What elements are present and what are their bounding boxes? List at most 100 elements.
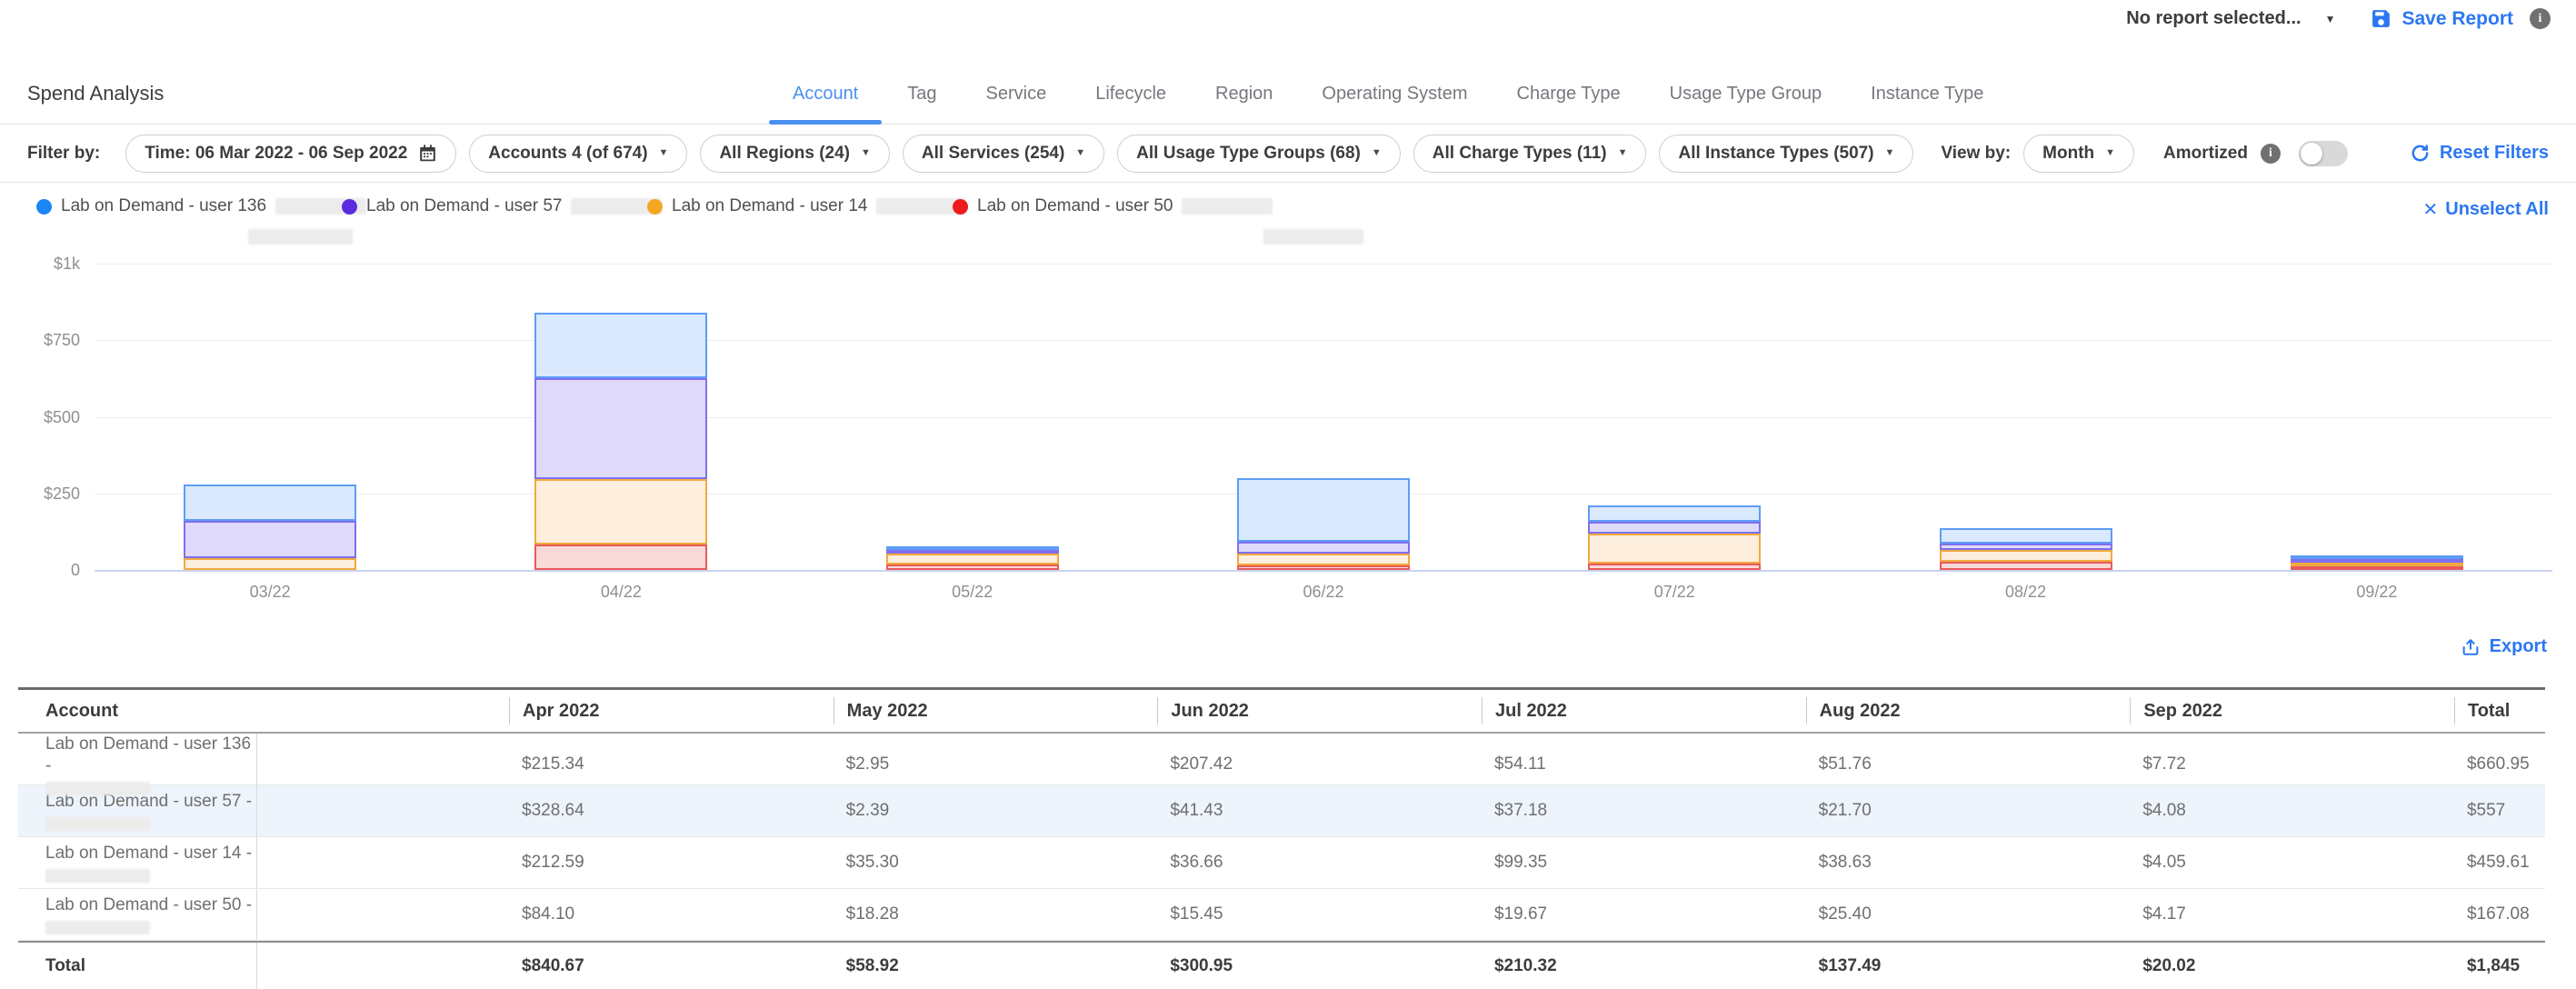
- bar-segment-lab-on-demand-user-136[interactable]: [534, 313, 707, 379]
- tab-tag[interactable]: Tag: [907, 64, 936, 124]
- tab-instance-type[interactable]: Instance Type: [1871, 64, 1983, 124]
- spacer-cell: [257, 889, 509, 940]
- tab-account[interactable]: Account: [793, 64, 858, 124]
- account-name: Lab on Demand - user 14 -: [45, 843, 256, 864]
- amortized-toggle[interactable]: [2299, 141, 2348, 166]
- legend-label: Lab on Demand - user 50: [977, 196, 1173, 216]
- column-header-aug-2022: Aug 2022: [1806, 697, 2131, 724]
- view-by-select[interactable]: Month ▼: [2023, 135, 2134, 173]
- value-cell: $15.45: [1157, 889, 1482, 940]
- reset-filters-label: Reset Filters: [2440, 143, 2549, 164]
- filter-pill-accounts[interactable]: Accounts 4 (of 674) ▼: [469, 135, 687, 173]
- tab-charge-type[interactable]: Charge Type: [1517, 64, 1621, 124]
- legend-item-lab-on-demand-user-14[interactable]: Lab on Demand - user 14: [647, 196, 967, 216]
- info-icon[interactable]: i: [2530, 8, 2551, 29]
- bar-segment-lab-on-demand-user-57[interactable]: [184, 521, 356, 558]
- bar-segment-lab-on-demand-user-14[interactable]: [184, 558, 356, 570]
- filter-pill-services[interactable]: All Services (254)▼: [903, 135, 1104, 173]
- legend-dot: [953, 199, 968, 215]
- bar-segment-lab-on-demand-user-50[interactable]: [886, 564, 1059, 570]
- filter-pill-charge-types[interactable]: All Charge Types (11)▼: [1413, 135, 1647, 173]
- filter-pill-time[interactable]: Time: 06 Mar 2022 - 06 Sep 2022: [125, 135, 456, 173]
- table-row: Lab on Demand - user 57 -$328.64$2.39$41…: [18, 785, 2545, 837]
- bar-08-22: [1940, 528, 2112, 570]
- legend-item-lab-on-demand-user-57[interactable]: Lab on Demand - user 57: [342, 196, 662, 216]
- value-cell: $21.70: [1806, 785, 2131, 836]
- filter-pill-usage-type-groups[interactable]: All Usage Type Groups (68)▼: [1117, 135, 1401, 173]
- value-cell: $38.63: [1806, 837, 2131, 888]
- bar-segment-lab-on-demand-user-14[interactable]: [1237, 554, 1410, 564]
- bar-segment-lab-on-demand-user-57[interactable]: [1237, 542, 1410, 554]
- filter-pill-regions[interactable]: All Regions (24)▼: [700, 135, 889, 173]
- bar-segment-lab-on-demand-user-136[interactable]: [1940, 528, 2112, 544]
- tab-bar: Account Tag Service Lifecycle Region Operatin…: [793, 64, 1983, 124]
- export-button[interactable]: Export: [2461, 636, 2547, 657]
- export-icon: [2461, 637, 2481, 657]
- bar-segment-lab-on-demand-user-50[interactable]: [1588, 564, 1761, 570]
- value-cell: $557: [2454, 785, 2545, 836]
- chevron-down-icon: ▼: [659, 148, 669, 158]
- chart-plot-area: 03/2204/2205/2206/2207/2208/2209/22: [95, 264, 2552, 572]
- spend-analysis-chart: 03/2204/2205/2206/2207/2208/2209/22 $1k$…: [0, 253, 2576, 616]
- bar-segment-lab-on-demand-user-136[interactable]: [184, 485, 356, 521]
- bar-segment-lab-on-demand-user-136[interactable]: [1588, 505, 1761, 522]
- tab-usage-type-group[interactable]: Usage Type Group: [1670, 64, 1822, 124]
- redacted-text: [248, 229, 353, 245]
- legend-label: Lab on Demand - user 136: [61, 196, 266, 216]
- gridline: [95, 417, 2552, 418]
- redacted-text: [45, 782, 150, 795]
- value-cell: $37.18: [1482, 785, 1806, 836]
- value-cell: $4.05: [2130, 837, 2454, 888]
- bar-segment-lab-on-demand-user-50[interactable]: [1940, 562, 2112, 570]
- bar-segment-lab-on-demand-user-50[interactable]: [534, 544, 707, 570]
- close-icon: ✕: [2422, 198, 2438, 221]
- bar-segment-lab-on-demand-user-57[interactable]: [534, 378, 707, 479]
- bar-05-22: [886, 546, 1059, 570]
- x-axis-tick-label: 05/22: [952, 583, 993, 602]
- chevron-down-icon: ▼: [1618, 148, 1628, 158]
- reset-filters-button[interactable]: Reset Filters: [2410, 143, 2549, 164]
- tab-service[interactable]: Service: [986, 64, 1047, 124]
- legend-dot: [342, 199, 357, 215]
- spend-analysis-app: No report selected... ▼ Save Report i Sp…: [0, 0, 2576, 989]
- filter-pill-label: Accounts 4 (of 674): [488, 144, 647, 164]
- x-axis-tick-label: 06/22: [1303, 583, 1343, 602]
- calendar-icon: [418, 144, 437, 163]
- tab-lifecycle[interactable]: Lifecycle: [1095, 64, 1166, 124]
- bar-segment-lab-on-demand-user-50[interactable]: [2291, 566, 2463, 570]
- value-cell: $84.10: [509, 889, 834, 940]
- unselect-all-button[interactable]: ✕ Unselect All: [2422, 198, 2549, 221]
- tab-region[interactable]: Region: [1215, 64, 1273, 124]
- y-axis-tick-label: 0: [13, 561, 80, 580]
- value-cell: $212.59: [509, 837, 834, 888]
- amortized-info-icon[interactable]: i: [2261, 144, 2281, 164]
- x-axis-tick-label: 07/22: [1654, 583, 1695, 602]
- bar-segment-lab-on-demand-user-14[interactable]: [1588, 534, 1761, 564]
- filter-pill-label: All Services (254): [922, 144, 1064, 164]
- legend-dot: [647, 199, 663, 215]
- bar-segment-lab-on-demand-user-57[interactable]: [1940, 544, 2112, 550]
- report-selector-label: No report selected...: [2126, 8, 2301, 29]
- bar-segment-lab-on-demand-user-50[interactable]: [1237, 565, 1410, 570]
- legend-item-lab-on-demand-user-136[interactable]: Lab on Demand - user 136: [36, 196, 366, 216]
- legend-label: Lab on Demand - user 14: [672, 196, 867, 216]
- value-cell: $2.39: [834, 785, 1158, 836]
- bar-segment-lab-on-demand-user-136[interactable]: [1237, 478, 1410, 542]
- column-header-jun-2022: Jun 2022: [1157, 697, 1482, 724]
- account-name: Lab on Demand - user 50 -: [45, 894, 256, 916]
- value-cell: $36.66: [1157, 837, 1482, 888]
- header-row: Spend Analysis AccountTagServiceLifecycl…: [0, 64, 2576, 125]
- report-selector[interactable]: No report selected... ▼: [2126, 8, 2335, 29]
- bar-segment-lab-on-demand-user-14[interactable]: [534, 479, 707, 544]
- filter-pill-instance-types[interactable]: All Instance Types (507)▼: [1659, 135, 1913, 173]
- top-bar: No report selected... ▼ Save Report i: [2126, 7, 2551, 30]
- bar-segment-lab-on-demand-user-14[interactable]: [886, 554, 1059, 564]
- save-report-button[interactable]: Save Report: [2370, 7, 2513, 30]
- value-cell: $18.28: [834, 889, 1158, 940]
- table-row: Lab on Demand - user 14 -$212.59$35.30$3…: [18, 837, 2545, 889]
- x-axis-tick-label: 03/22: [250, 583, 291, 602]
- legend-item-lab-on-demand-user-50[interactable]: Lab on Demand - user 50: [953, 196, 1273, 216]
- bar-segment-lab-on-demand-user-57[interactable]: [1588, 522, 1761, 534]
- tab-operating-system[interactable]: Operating System: [1322, 64, 1467, 124]
- bar-segment-lab-on-demand-user-14[interactable]: [1940, 550, 2112, 562]
